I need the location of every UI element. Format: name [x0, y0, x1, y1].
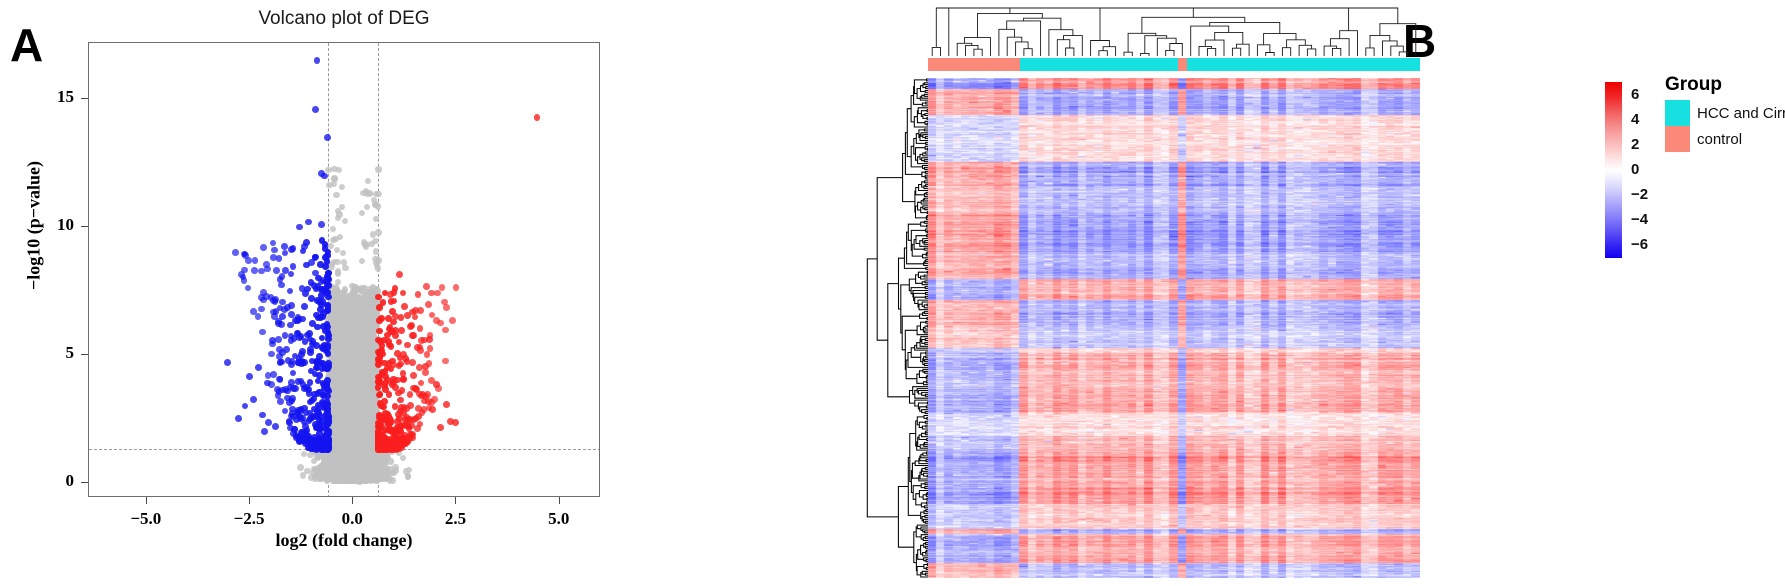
panel-a-volcano: A Volcano plot of DEG −log10 (p−value) l…: [0, 0, 700, 586]
volcano-point: [375, 166, 382, 173]
figure-root: A Volcano plot of DEG −log10 (p−value) l…: [0, 0, 1785, 586]
volcano-point: [347, 390, 354, 397]
volcano-point: [375, 229, 382, 236]
volcano-point: [399, 454, 407, 462]
panel-a-label: A: [10, 19, 44, 71]
volcano-point: [349, 362, 356, 369]
volcano-point: [349, 445, 356, 453]
volcano-point: [404, 473, 412, 480]
volcano-point: [351, 349, 359, 356]
volcano-point: [361, 469, 368, 477]
volcano-point: [392, 464, 399, 471]
volcano-point: [335, 435, 342, 442]
volcano-point: [310, 457, 317, 465]
volcano-point: [367, 374, 374, 381]
volcano-point: [315, 471, 322, 479]
volcano-point: [304, 467, 311, 475]
volcano-point: [344, 332, 351, 339]
volcano-point: [348, 297, 355, 305]
volcano-point: [405, 466, 413, 474]
volcano-point: [323, 459, 330, 466]
volcano-point: [352, 283, 359, 290]
volcano-point: [333, 459, 341, 466]
volcano-point: [360, 395, 367, 402]
volcano-point: [346, 324, 353, 331]
volcano-point: [389, 477, 397, 484]
volcano-point: [369, 464, 377, 471]
volcano-plot-title: Volcano plot of DEG: [258, 8, 430, 29]
volcano-point: [345, 405, 352, 413]
volcano-point: [339, 407, 346, 414]
volcano-point: [341, 218, 349, 225]
volcano-point: [297, 464, 304, 471]
volcano-point: [378, 472, 385, 479]
volcano-point: [370, 452, 377, 459]
volcano-point: [363, 462, 370, 470]
volcano-point: [300, 451, 307, 458]
volcano-point: [353, 420, 360, 427]
volcano-point: [344, 343, 351, 351]
volcano-point: [359, 257, 366, 264]
volcano-point: [360, 432, 367, 440]
volcano-point: [379, 458, 387, 465]
volcano-point: [359, 443, 366, 450]
volcano-point: [373, 478, 381, 485]
volcano-point: [346, 436, 353, 443]
volcano-point: [307, 474, 314, 481]
volcano-point: [339, 325, 347, 332]
volcano-plot-area: [88, 42, 600, 497]
